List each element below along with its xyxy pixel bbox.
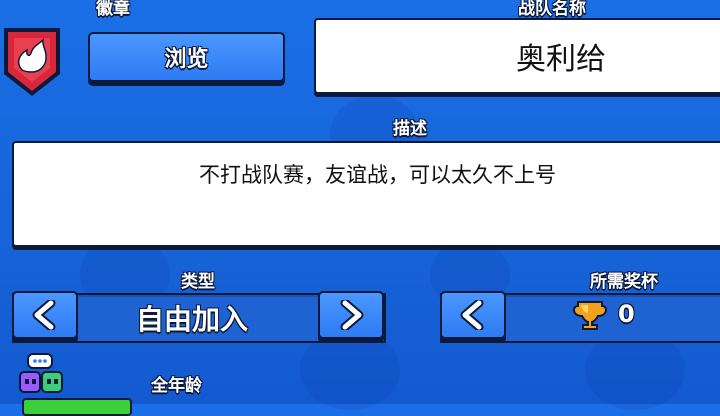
trophies-prev-button[interactable] [440,291,506,339]
type-next-button[interactable] [318,291,384,339]
browse-button[interactable]: 浏览 [88,32,285,82]
club-name-field[interactable]: 奥利给 [314,18,720,94]
type-value: 自由加入 [136,303,249,336]
type-label: 类型 [181,272,215,292]
type-prev-button[interactable] [12,291,78,339]
chevron-left-icon [460,300,484,330]
required-trophies-label: 所需奖杯 [590,272,658,292]
flame-badge-icon [4,28,60,96]
badge-icon-button[interactable] [0,26,64,98]
chevron-left-icon [32,300,56,330]
description-value: 不打战队赛，友谊战，可以太久不上号 [199,163,556,187]
required-trophies-value: 0 [618,300,635,328]
age-toggle[interactable] [22,398,132,416]
chevron-right-icon [340,300,364,330]
age-label: 全年龄 [151,376,202,396]
description-label: 描述 [393,119,427,139]
club-name-value: 奥利给 [516,42,606,77]
browse-button-label: 浏览 [164,47,209,72]
club-name-label: 战队名称 [518,0,586,19]
chat-faces-icon [18,352,66,398]
badge-label: 徽章 [96,0,130,19]
trophy-icon [572,298,608,332]
description-field[interactable]: 不打战队赛，友谊战，可以太久不上号 [12,141,720,247]
